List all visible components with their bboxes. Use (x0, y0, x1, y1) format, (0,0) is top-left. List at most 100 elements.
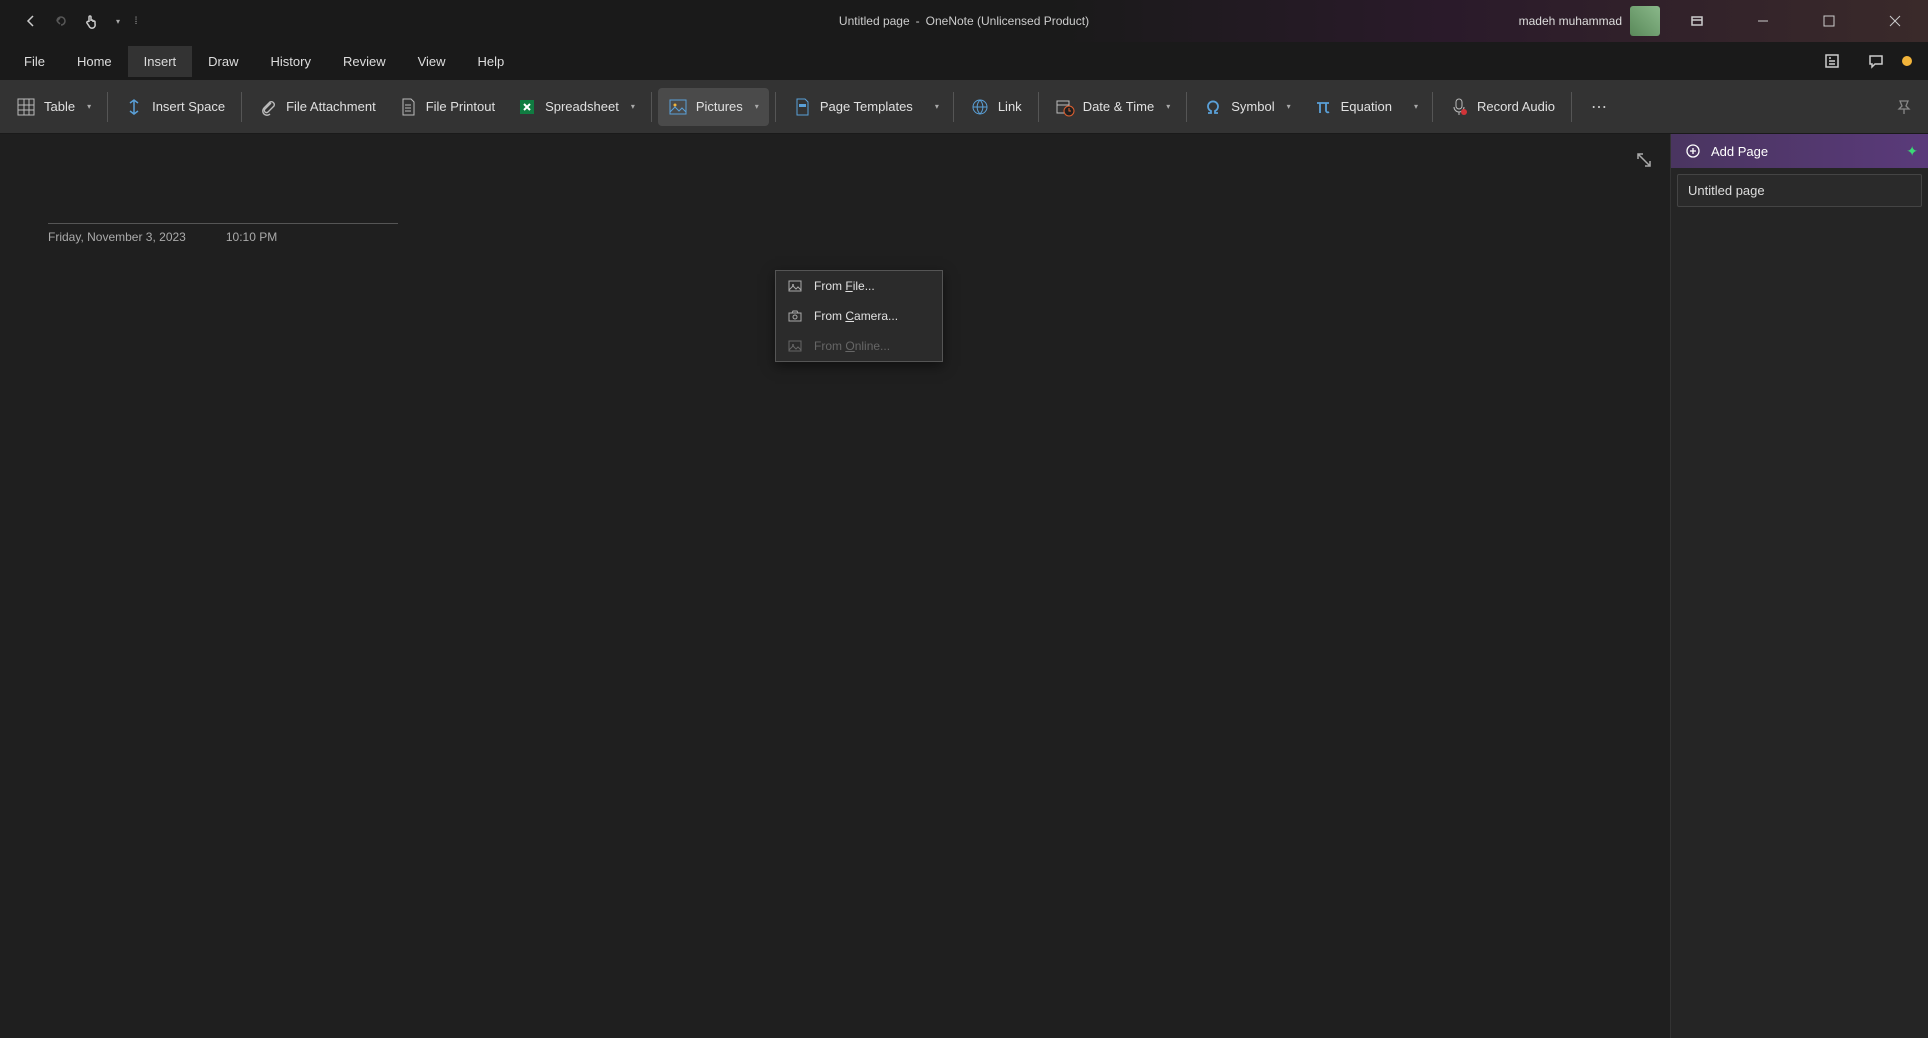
table-label: Table (44, 99, 75, 114)
equation-label: Equation (1341, 99, 1392, 114)
menu-bar: File Home Insert Draw History Review Vie… (0, 42, 1928, 80)
page-templates-icon (792, 97, 812, 117)
customize-icon: ⁞ (135, 16, 138, 27)
user-name: madeh muhammad (1519, 14, 1622, 28)
menu-help[interactable]: Help (462, 46, 521, 77)
menu-history[interactable]: History (255, 46, 327, 77)
menu-draw[interactable]: Draw (192, 46, 254, 77)
page-date-time: Friday, November 3, 2023 10:10 PM (48, 230, 398, 244)
ellipsis-icon: ⋯ (1591, 97, 1609, 117)
undo-button[interactable] (48, 8, 74, 34)
title-separator: - (916, 14, 920, 28)
menu-review[interactable]: Review (327, 46, 402, 77)
menu-home[interactable]: Home (61, 46, 128, 77)
file-attachment-button[interactable]: File Attachment (248, 88, 386, 126)
ribbon-pin-button[interactable] (1892, 95, 1916, 119)
fullscreen-button[interactable] (1630, 146, 1658, 174)
spreadsheet-button[interactable]: Spreadsheet ▾ (507, 88, 645, 126)
ribbon-more-button[interactable]: ⋯ (1582, 88, 1618, 126)
back-arrow-icon (23, 13, 39, 29)
chevron-down-icon: ▾ (1166, 102, 1170, 111)
meeting-notes-button[interactable] (1814, 46, 1850, 76)
ribbon-separator (1432, 92, 1433, 122)
title-bar: ▾ ⁞ Untitled page - OneNote (Unlicensed … (0, 0, 1928, 42)
quick-access-toolbar: ▾ ⁞ (0, 8, 144, 34)
star-icon: ✦ (1906, 143, 1918, 160)
ribbon-separator (1571, 92, 1572, 122)
menu-view[interactable]: View (402, 46, 462, 77)
spreadsheet-icon (517, 97, 537, 117)
page-templates-dropdown[interactable]: ▾ (923, 88, 947, 126)
plus-circle-icon (1685, 143, 1701, 159)
minimize-button[interactable] (1734, 0, 1792, 42)
symbol-label: Symbol (1231, 99, 1274, 114)
chevron-down-icon: ▾ (631, 102, 635, 111)
insert-space-button[interactable]: Insert Space (114, 88, 235, 126)
file-printout-button[interactable]: File Printout (388, 88, 505, 126)
equation-button[interactable]: Equation (1303, 88, 1402, 126)
equation-dropdown[interactable]: ▾ (1402, 88, 1426, 126)
add-page-label: Add Page (1711, 144, 1768, 159)
record-audio-button[interactable]: Record Audio (1439, 88, 1565, 126)
ribbon-display-button[interactable] (1668, 0, 1726, 42)
date-time-label: Date & Time (1083, 99, 1155, 114)
page-templates-split-button: Page Templates ▾ (782, 88, 947, 126)
window-title: Untitled page - OneNote (Unlicensed Prod… (839, 14, 1089, 28)
table-button[interactable]: Table ▾ (6, 88, 101, 126)
expand-icon (1635, 151, 1653, 169)
menu-insert[interactable]: Insert (128, 46, 193, 77)
pin-icon (1896, 99, 1912, 115)
page-title-input[interactable] (48, 184, 398, 224)
page-templates-button[interactable]: Page Templates (782, 88, 923, 126)
insert-space-icon (124, 97, 144, 117)
camera-icon (786, 307, 804, 325)
close-button[interactable] (1866, 0, 1924, 42)
chevron-down-icon: ▾ (116, 17, 120, 26)
symbol-button[interactable]: Symbol ▾ (1193, 88, 1300, 126)
chevron-down-icon: ▾ (1414, 102, 1418, 111)
from-online-item: From Online... (776, 331, 942, 361)
feedback-button[interactable] (1858, 46, 1894, 76)
avatar[interactable] (1630, 6, 1660, 36)
ribbon-separator (651, 92, 652, 122)
touch-mode-button[interactable] (78, 8, 104, 34)
pictures-label: Pictures (696, 99, 743, 114)
touch-mode-dropdown[interactable]: ▾ (108, 8, 124, 34)
microphone-icon (1449, 97, 1469, 117)
file-attachment-label: File Attachment (286, 99, 376, 114)
ribbon-display-icon (1690, 14, 1704, 28)
maximize-button[interactable] (1800, 0, 1858, 42)
qat-customize-button[interactable]: ⁞ (128, 8, 144, 34)
menu-file[interactable]: File (8, 46, 61, 77)
maximize-icon (1823, 15, 1835, 27)
add-page-button[interactable]: Add Page ✦ (1671, 134, 1928, 168)
from-camera-item[interactable]: From Camera... (776, 301, 942, 331)
page-time: 10:10 PM (226, 230, 277, 244)
pictures-dropdown-menu: From File... From Camera... From Online.… (775, 270, 943, 362)
app-name: OneNote (Unlicensed Product) (926, 14, 1089, 28)
ribbon: Table ▾ Insert Space File Attachment Fil… (0, 80, 1928, 134)
picture-icon (668, 97, 688, 117)
meeting-icon (1823, 52, 1841, 70)
chat-icon (1867, 52, 1885, 70)
date-time-button[interactable]: Date & Time ▾ (1045, 88, 1181, 126)
omega-icon (1203, 97, 1223, 117)
title-bar-right: madeh muhammad (1519, 0, 1928, 42)
link-button[interactable]: Link (960, 88, 1032, 126)
pages-panel: Add Page ✦ Untitled page (1670, 134, 1928, 1038)
link-icon (970, 97, 990, 117)
ribbon-separator (1038, 92, 1039, 122)
hand-icon (83, 13, 99, 29)
ribbon-separator (1186, 92, 1187, 122)
insert-space-label: Insert Space (152, 99, 225, 114)
from-online-label: From Online... (814, 339, 890, 353)
notification-dot[interactable] (1902, 56, 1912, 66)
ribbon-separator (775, 92, 776, 122)
back-button[interactable] (18, 8, 44, 34)
paperclip-icon (258, 97, 278, 117)
ribbon-separator (241, 92, 242, 122)
page-list-item[interactable]: Untitled page (1677, 174, 1922, 207)
from-file-item[interactable]: From File... (776, 271, 942, 301)
online-picture-icon (786, 337, 804, 355)
pictures-button[interactable]: Pictures ▾ (658, 88, 769, 126)
